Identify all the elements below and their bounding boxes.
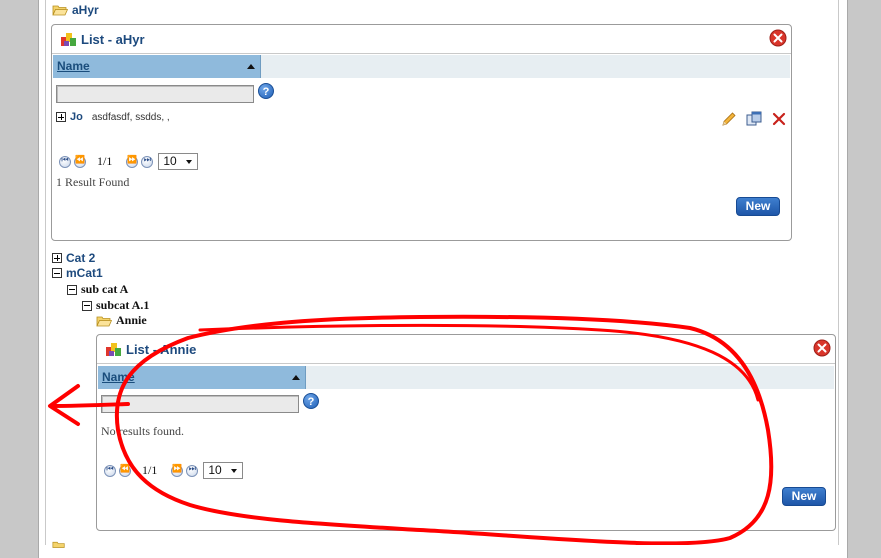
page-indicator: 1/1 (97, 154, 113, 168)
content-border-right (838, 0, 839, 545)
result-count: 1 Result Found (56, 175, 130, 189)
expand-icon[interactable] (56, 112, 66, 122)
page-size-select[interactable]: 10 (203, 462, 244, 479)
panel-title: List - aHyr (81, 31, 145, 47)
delete-x-icon[interactable] (771, 111, 787, 127)
tree-node-label: aHyr (72, 3, 99, 17)
column-header-name[interactable]: Name (98, 366, 306, 389)
row-actions (721, 111, 787, 127)
list-logo-icon (61, 33, 76, 46)
column-header-label: Name (102, 370, 135, 384)
grid-header: Name (98, 366, 834, 389)
row-description: asdfasdf, ssdds, , (91, 111, 170, 123)
collapse-icon[interactable] (67, 284, 77, 295)
name-filter-input[interactable] (56, 85, 254, 103)
copy-window-icon[interactable] (746, 111, 762, 127)
close-icon[interactable] (813, 339, 831, 357)
tree-node-annie[interactable]: Annie (96, 313, 147, 328)
expand-icon[interactable] (52, 253, 62, 263)
next-page-icon[interactable]: ⏩ (126, 155, 139, 168)
list-panel-annie: List - Annie Name ? No results found. ⏮ … (96, 334, 836, 531)
table-row: Jo asdfasdf, ssdds, , (56, 111, 170, 123)
tree-node-label: Cat 2 (66, 251, 96, 265)
first-page-icon[interactable]: ⏮ (104, 464, 116, 477)
panel-header: List - aHyr (52, 25, 791, 54)
tree-node-cat2[interactable]: Cat 2 (52, 251, 95, 265)
tree-node-label: Annie (116, 313, 147, 327)
folder-open-icon (52, 5, 68, 16)
tree-node-sub-cat-a[interactable]: sub cat A (67, 282, 128, 297)
new-button[interactable]: New (736, 197, 780, 216)
tree-node-ahyr[interactable]: aHyr (52, 3, 99, 17)
help-icon[interactable]: ? (303, 393, 319, 409)
prev-page-icon[interactable]: ⏪ (74, 155, 86, 168)
column-header-name[interactable]: Name (53, 55, 261, 78)
sort-ascending-icon (292, 375, 300, 380)
panel-header: List - Annie (97, 335, 835, 364)
next-page-icon[interactable]: ⏩ (171, 464, 184, 477)
list-panel-ahyr: List - aHyr Name ? Jo asdfasdf, ssdds, , (51, 24, 792, 241)
prev-page-icon[interactable]: ⏪ (119, 464, 131, 477)
last-page-icon[interactable]: ⏭ (186, 464, 199, 477)
new-button[interactable]: New (782, 487, 826, 506)
page-indicator: 1/1 (142, 463, 158, 477)
tree-node-label: sub cat A (81, 282, 129, 296)
pager: ⏮ ⏪ 1/1 ⏩ ⏭ 10 (59, 153, 199, 170)
list-logo-icon (106, 343, 121, 356)
tree-node-label: mCat1 (66, 266, 103, 280)
page-size-select[interactable]: 10 (158, 153, 199, 170)
column-header-label: Name (57, 59, 90, 73)
tree-node-mcat1[interactable]: mCat1 (52, 266, 103, 280)
help-icon[interactable]: ? (258, 83, 274, 99)
folder-open-icon (96, 316, 112, 326)
last-page-icon[interactable]: ⏭ (141, 155, 154, 168)
pager: ⏮ ⏪ 1/1 ⏩ ⏭ 10 (104, 462, 244, 479)
panel-title: List - Annie (126, 341, 197, 357)
name-filter-input[interactable] (101, 395, 299, 413)
edit-pencil-icon[interactable] (721, 111, 737, 127)
first-page-icon[interactable]: ⏮ (59, 155, 71, 168)
tree-node-label: subcat A.1 (96, 298, 150, 312)
close-icon[interactable] (769, 29, 787, 47)
sort-ascending-icon (247, 64, 255, 69)
tree-node-subcat-a1[interactable]: subcat A.1 (82, 298, 149, 313)
grid-header: Name (53, 55, 790, 78)
folder-open-icon (52, 541, 65, 548)
collapse-icon[interactable] (82, 300, 92, 311)
empty-message: No results found. (101, 424, 184, 438)
row-name[interactable]: Jo (70, 111, 83, 123)
content-border-left (45, 0, 46, 545)
collapse-icon[interactable] (52, 268, 62, 278)
